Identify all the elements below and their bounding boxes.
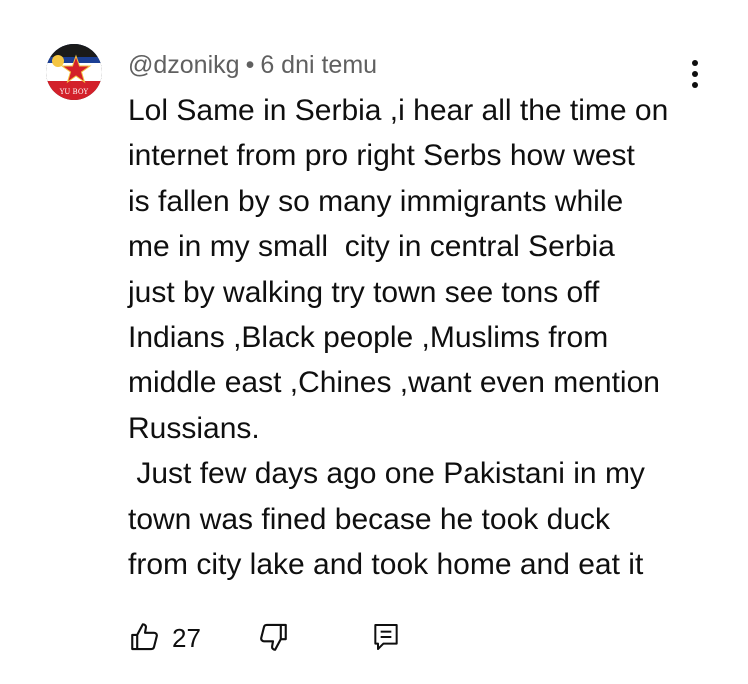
comment-line: is fallen by so many immigrants while — [128, 184, 624, 218]
comment-line: Russians. — [128, 411, 260, 445]
header-separator: • — [245, 51, 255, 79]
like-count: 27 — [172, 623, 201, 653]
comment-thread: YU BOY @dzonikg • 6 dni temu Lol Same in S… — [0, 0, 748, 684]
like-button[interactable]: 27 — [128, 618, 214, 658]
comment-line: Just few days ago one Pakistani in my — [128, 457, 645, 491]
comment-header: @dzonikg • 6 dni temu — [128, 48, 377, 82]
thumb-up-icon — [131, 623, 158, 651]
avatar-text: YU BOY — [59, 88, 89, 96]
comment-line: Indians ,Black people ,Muslims from — [128, 321, 609, 355]
comment-line: just by walking try town see tons off — [128, 275, 600, 309]
author-name[interactable]: @dzonikg — [128, 51, 240, 79]
comment-line: from city lake and took home and eat it — [128, 548, 644, 582]
comment-line: internet from pro right Serbs how west — [128, 139, 635, 173]
comment-line: Lol Same in Serbia ,i hear all the time … — [128, 94, 669, 127]
reply-comment-icon — [374, 624, 398, 650]
comment-timestamp[interactable]: 6 dni temu — [260, 51, 377, 79]
avatar-flag-image: YU BOY — [46, 44, 102, 100]
comment-text: Lol Same in Serbia ,i hear all the time … — [128, 88, 728, 587]
reply-button[interactable] — [370, 618, 406, 658]
thumb-down-icon — [260, 623, 287, 651]
comment-line: middle east ,Chines ,want even mention — [128, 366, 660, 400]
comment-line: me in my small city in central Serbia — [128, 230, 615, 264]
dislike-button[interactable] — [256, 618, 296, 658]
avatar[interactable]: YU BOY — [46, 44, 102, 100]
comment-line: town was fined becase he took duck — [128, 502, 610, 536]
